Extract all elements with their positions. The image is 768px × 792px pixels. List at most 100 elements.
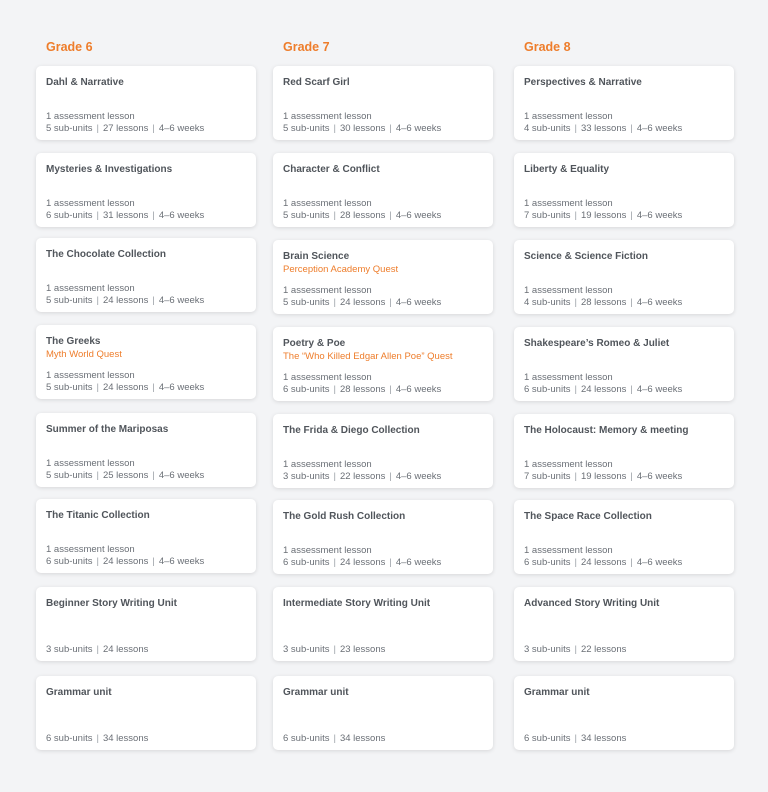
subunit-count: 4 sub-units — [524, 123, 571, 134]
stat-divider: | — [574, 123, 577, 134]
subunit-count: 6 sub-units — [283, 733, 330, 744]
lesson-count: 28 lessons — [580, 297, 627, 308]
assessment-count: 1 assessment lesson — [283, 285, 372, 296]
stat-divider: | — [630, 471, 633, 482]
unit-card[interactable]: Perspectives & Narrative 1 assessment les… — [514, 66, 734, 140]
stat-divider: | — [333, 384, 336, 395]
stat-divider: | — [630, 210, 633, 221]
unit-title: Character & Conflict — [283, 164, 380, 175]
unit-card[interactable]: Grammar unit 6 sub-units | 34 lessons — [273, 676, 493, 750]
unit-card[interactable]: The Titanic Collection 1 assessment lesso… — [36, 499, 256, 573]
unit-card[interactable]: The Space Race Collection 1 assessment le… — [514, 500, 734, 574]
subunit-count: 3 sub-units — [46, 644, 93, 655]
assessment-count: 1 assessment lesson — [46, 370, 135, 381]
unit-card[interactable]: Character & Conflict 1 assessment lesson 5… — [273, 153, 493, 227]
duration: 4–6 weeks — [395, 210, 442, 221]
unit-card[interactable]: The Greeks Myth World Quest 1 assessment l… — [36, 325, 256, 399]
unit-title: Mysteries & Investigations — [46, 164, 173, 175]
duration: 4–6 weeks — [395, 123, 442, 134]
stat-divider: | — [96, 295, 99, 306]
subunit-count: 6 sub-units — [283, 557, 330, 568]
lesson-count: 24 lessons — [102, 644, 149, 655]
assessment-count: 1 assessment lesson — [283, 372, 372, 383]
subunit-count: 3 sub-units — [524, 644, 571, 655]
unit-card[interactable]: Grammar unit 6 sub-units | 34 lessons — [514, 676, 734, 750]
assessment-count: 1 assessment lesson — [46, 544, 135, 555]
quest-link[interactable]: Perception Academy Quest — [283, 264, 485, 275]
duration: 4–6 weeks — [636, 297, 683, 308]
lesson-count: 24 lessons — [339, 297, 386, 308]
unit-title: Red Scarf Girl — [283, 77, 350, 88]
assessment-count: 1 assessment lesson — [524, 285, 613, 296]
stat-divider: | — [574, 384, 577, 395]
stat-divider: | — [389, 297, 392, 308]
lesson-count: 27 lessons — [102, 123, 149, 134]
unit-card[interactable]: The Gold Rush Collection 1 assessment les… — [273, 500, 493, 574]
lesson-count: 24 lessons — [102, 382, 149, 393]
stat-divider: | — [389, 557, 392, 568]
unit-stats: 5 sub-units | 27 lessons | 4–6 weeks — [46, 123, 204, 134]
lesson-count: 24 lessons — [580, 384, 627, 395]
assessment-count: 1 assessment lesson — [524, 372, 613, 383]
duration: 4–6 weeks — [636, 210, 683, 221]
unit-card[interactable]: Poetry & Poe The “Who Killed Edgar Allen … — [273, 327, 493, 401]
lesson-count: 23 lessons — [339, 644, 386, 655]
unit-card[interactable]: Science & Science Fiction 1 assessment le… — [514, 240, 734, 314]
unit-stats: 7 sub-units | 19 lessons | 4–6 weeks — [524, 471, 682, 482]
unit-card[interactable]: Beginner Story Writing Unit 3 sub-units | 2… — [36, 587, 256, 661]
unit-card[interactable]: Red Scarf Girl 1 assessment lesson 5 sub-u… — [273, 66, 493, 140]
unit-stats: 6 sub-units | 24 lessons | 4–6 weeks — [46, 556, 204, 567]
subunit-count: 6 sub-units — [283, 384, 330, 395]
unit-card[interactable]: The Holocaust: Memory & meeting 1 assessm… — [514, 414, 734, 488]
duration: 4–6 weeks — [158, 556, 205, 567]
unit-stats: 6 sub-units | 24 lessons | 4–6 weeks — [283, 557, 441, 568]
unit-card[interactable]: Intermediate Story Writing Unit 3 sub-uni… — [273, 587, 493, 661]
stat-divider: | — [96, 470, 99, 481]
duration: 4–6 weeks — [158, 295, 205, 306]
lesson-count: 28 lessons — [339, 210, 386, 221]
stat-divider: | — [333, 123, 336, 134]
unit-card[interactable]: Grammar unit 6 sub-units | 34 lessons — [36, 676, 256, 750]
unit-stats: 5 sub-units | 24 lessons | 4–6 weeks — [46, 295, 204, 306]
unit-stats: 5 sub-units | 24 lessons | 4–6 weeks — [283, 297, 441, 308]
unit-card[interactable]: Mysteries & Investigations 1 assessment l… — [36, 153, 256, 227]
unit-title: Summer of the Mariposas — [46, 424, 169, 435]
lesson-count: 24 lessons — [102, 295, 149, 306]
stat-divider: | — [630, 123, 633, 134]
unit-card[interactable]: Liberty & Equality 1 assessment lesson 7 s… — [514, 153, 734, 227]
duration: 4–6 weeks — [636, 384, 683, 395]
lesson-count: 24 lessons — [580, 557, 627, 568]
unit-stats: 5 sub-units | 30 lessons | 4–6 weeks — [283, 123, 441, 134]
unit-stats: 4 sub-units | 28 lessons | 4–6 weeks — [524, 297, 682, 308]
assessment-count: 1 assessment lesson — [524, 198, 613, 209]
stat-divider: | — [574, 733, 577, 744]
stat-divider: | — [96, 644, 99, 655]
unit-stats: 6 sub-units | 34 lessons — [524, 733, 626, 744]
stat-divider: | — [152, 123, 155, 134]
unit-title: The Greeks — [46, 336, 101, 347]
assessment-count: 1 assessment lesson — [283, 459, 372, 470]
unit-card[interactable]: The Frida & Diego Collection 1 assessment… — [273, 414, 493, 488]
unit-title: Advanced Story Writing Unit — [524, 598, 660, 609]
unit-stats: 7 sub-units | 19 lessons | 4–6 weeks — [524, 210, 682, 221]
unit-card[interactable]: The Chocolate Collection 1 assessment les… — [36, 238, 256, 312]
unit-card[interactable]: Summer of the Mariposas 1 assessment less… — [36, 413, 256, 487]
stat-divider: | — [333, 644, 336, 655]
subunit-count: 3 sub-units — [283, 471, 330, 482]
stat-divider: | — [574, 644, 577, 655]
stat-divider: | — [96, 210, 99, 221]
lesson-count: 22 lessons — [339, 471, 386, 482]
unit-card[interactable]: Shakespeare’s Romeo & Juliet 1 assessment… — [514, 327, 734, 401]
unit-card[interactable]: Advanced Story Writing Unit 3 sub-units | 2… — [514, 587, 734, 661]
unit-stats: 6 sub-units | 31 lessons | 4–6 weeks — [46, 210, 204, 221]
subunit-count: 5 sub-units — [46, 382, 93, 393]
unit-stats: 3 sub-units | 24 lessons — [46, 644, 148, 655]
quest-link[interactable]: Myth World Quest — [46, 349, 248, 360]
stat-divider: | — [389, 210, 392, 221]
stat-divider: | — [96, 556, 99, 567]
unit-stats: 5 sub-units | 28 lessons | 4–6 weeks — [283, 210, 441, 221]
unit-card[interactable]: Brain Science Perception Academy Quest 1 a… — [273, 240, 493, 314]
quest-link[interactable]: The “Who Killed Edgar Allen Poe” Quest — [283, 351, 485, 362]
subunit-count: 6 sub-units — [524, 384, 571, 395]
unit-card[interactable]: Dahl & Narrative 1 assessment lesson 5 sub… — [36, 66, 256, 140]
